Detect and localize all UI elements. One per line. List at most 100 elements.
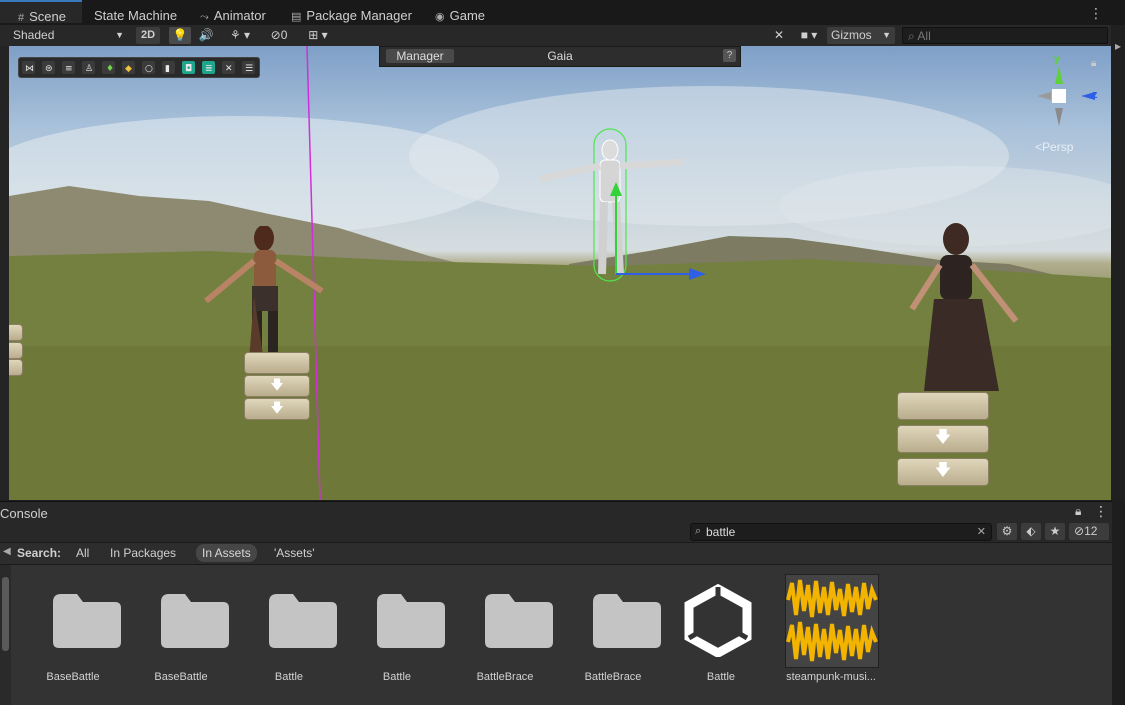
audio-waveform-icon — [786, 579, 878, 662]
folder-icon — [485, 594, 553, 648]
tab-menu-icon[interactable]: ⋮ — [1089, 5, 1103, 22]
filter-by-label-icon[interactable]: ⬖ — [1021, 523, 1041, 540]
grid-snap-dropdown-icon[interactable]: ⊞ ▾ — [299, 27, 337, 44]
search-icon: ⌕ — [695, 525, 702, 537]
project-search-value: battle — [706, 525, 736, 539]
offscreen-panel-button[interactable] — [9, 359, 23, 376]
hidden-packages-toggle[interactable]: ⊘12 — [1069, 523, 1109, 540]
hidden-packages-count: 12 — [1084, 524, 1098, 538]
asset-name: BattleBrace — [584, 671, 642, 683]
svg-text:⊜: ⊜ — [45, 64, 53, 74]
gizmos-dropdown[interactable]: Gizmos ▼ — [827, 27, 895, 44]
svg-text:☰: ☰ — [245, 64, 253, 74]
asset-item[interactable]: Battle — [347, 565, 447, 705]
effects-dropdown-icon[interactable]: ⚘ ▾ — [221, 27, 259, 44]
asset-item[interactable]: Battle — [239, 565, 339, 705]
tab-scene-label: Scene — [29, 9, 66, 24]
lock-icon[interactable]: 🔒︎ — [1091, 58, 1096, 69]
asset-scrollbar[interactable] — [0, 565, 11, 705]
offscreen-panel-button[interactable] — [9, 342, 23, 359]
move-down-arrow-icon[interactable]: 🡇 — [897, 458, 989, 486]
perspective-label[interactable]: <Persp — [1035, 140, 1073, 154]
console-header: Console 🔒︎ ⋮ — [0, 501, 1112, 522]
console-title: Console — [0, 506, 48, 521]
tab-game-label: Game — [449, 8, 486, 23]
scene-toolbar: Shaded ▼ 2D 💡 🔊 ⚘ ▾ ⊘0 ⊞ ▾ ✕ ■ ▾ Gizmos … — [0, 25, 1112, 47]
scope-assets-folder[interactable]: 'Assets' — [268, 544, 321, 562]
2d-mode-toggle[interactable]: 2D — [136, 27, 160, 44]
character-panel-button[interactable] — [244, 352, 310, 374]
asset-item[interactable]: BaseBattle — [131, 565, 231, 705]
female-warrior-character-right[interactable] — [904, 221, 1044, 396]
search-icon: ⌕ — [908, 29, 915, 43]
tools-icon[interactable]: ✕ — [768, 27, 790, 44]
asset-name: Battle — [382, 671, 412, 683]
asset-item[interactable]: BaseBattle — [23, 565, 123, 705]
scene-search-placeholder: All — [917, 29, 931, 43]
tab-state-machine-label: State Machine — [94, 8, 178, 23]
right-panel-edge: ▸ — [1111, 25, 1125, 500]
asset-item[interactable]: steampunk-musi... — [781, 565, 881, 705]
tab-animator[interactable]: ⤳ Animator — [200, 0, 266, 25]
hidden-objects-toggle[interactable]: ⊘0 — [263, 27, 295, 44]
scope-in-assets[interactable]: In Assets — [196, 544, 257, 562]
tab-animator-label: Animator — [213, 8, 266, 23]
project-search-row: ⌕ battle ✕ ⚙ ⬖ ★ ⊘12 — [0, 521, 1112, 543]
svg-text:≡: ≡ — [65, 64, 73, 74]
folder-icon — [593, 594, 661, 648]
filter-by-type-icon[interactable]: ⚙ — [997, 523, 1017, 540]
tab-state-machine[interactable]: State Machine — [94, 0, 177, 25]
character-panel-button[interactable] — [897, 392, 989, 420]
asset-item[interactable]: BattleBrace — [455, 565, 555, 705]
eye-slash-icon: ⊘ — [270, 28, 281, 42]
scope-in-packages[interactable]: In Packages — [104, 544, 182, 562]
project-search-input[interactable]: ⌕ battle ✕ — [690, 523, 992, 541]
unity-scene-icon — [684, 583, 752, 657]
manager-button[interactable]: Manager — [386, 49, 454, 63]
audio-toggle-icon[interactable]: 🔊 — [195, 27, 217, 44]
expand-arrow-icon[interactable]: ◀ — [3, 546, 11, 557]
gaia-overlay-bar: Manager Gaia ? — [379, 46, 741, 67]
shading-mode-dropdown[interactable]: Shaded ▼ — [2, 27, 130, 44]
folder-icon — [269, 594, 337, 648]
camera-dropdown-icon[interactable]: ■ ▾ — [794, 27, 824, 44]
chevron-down-icon: ▼ — [882, 30, 891, 40]
search-scope-bar: ◀ Search: All In Packages In Assets 'Ass… — [0, 543, 1112, 565]
move-down-arrow-icon[interactable]: 🡇 — [897, 425, 989, 453]
svg-text:⋈: ⋈ — [25, 64, 34, 74]
audio-thumbnail — [785, 574, 879, 668]
help-icon[interactable]: ? — [723, 49, 736, 62]
panel-menu-icon[interactable]: ⋮ — [1094, 503, 1108, 520]
collapse-arrow-icon[interactable]: ▸ — [1115, 39, 1121, 53]
tab-package-manager[interactable]: ▤ Package Manager — [291, 0, 412, 25]
scene-viewport[interactable]: Manager Gaia ? ⋈ ⊜ ≡ ♙ ♦ ◆ ○ ▮ ◘ ≣ ✕ ☰ 🡇… — [9, 46, 1111, 500]
tab-scene[interactable]: # Scene — [0, 0, 82, 24]
lock-icon[interactable]: 🔒︎ — [1075, 504, 1081, 519]
folder-icon — [53, 594, 121, 648]
asset-item[interactable]: BattleBrace — [563, 565, 663, 705]
asset-name: Battle — [274, 671, 304, 683]
asset-grid: BaseBattle BaseBattle Battle Battle Batt… — [11, 565, 1112, 705]
scene-search-input[interactable]: ⌕ All — [902, 27, 1108, 44]
asset-item[interactable]: Battle — [671, 565, 771, 705]
asset-name: Battle — [706, 671, 736, 683]
scene-orientation-gizmo[interactable]: y z <Persp 🔒︎ — [1031, 53, 1101, 168]
clear-search-icon[interactable]: ✕ — [977, 525, 986, 538]
lighting-toggle-icon[interactable]: 💡 — [169, 27, 191, 44]
asset-name: BattleBrace — [476, 671, 534, 683]
scope-all[interactable]: All — [70, 544, 95, 562]
scrollbar-thumb[interactable] — [2, 577, 9, 651]
gizmos-label: Gizmos — [831, 28, 872, 42]
offscreen-panel-button[interactable] — [9, 324, 23, 341]
tab-package-manager-label: Package Manager — [306, 8, 412, 23]
hidden-count: 0 — [280, 28, 288, 42]
svg-text:◆: ◆ — [125, 64, 132, 74]
favorite-star-icon[interactable]: ★ — [1045, 523, 1065, 540]
asset-name: steampunk-musi... — [786, 671, 876, 683]
tab-game[interactable]: ◉ Game — [435, 0, 485, 25]
move-down-arrow-icon[interactable]: 🡇 — [244, 398, 310, 420]
svg-text:≣: ≣ — [205, 64, 213, 74]
move-down-arrow-icon[interactable]: 🡇 — [244, 375, 310, 397]
selected-mannequin-character[interactable] — [534, 124, 719, 289]
editor-tab-bar: # Scene State Machine ⤳ Animator ▤ Package … — [0, 0, 1125, 26]
